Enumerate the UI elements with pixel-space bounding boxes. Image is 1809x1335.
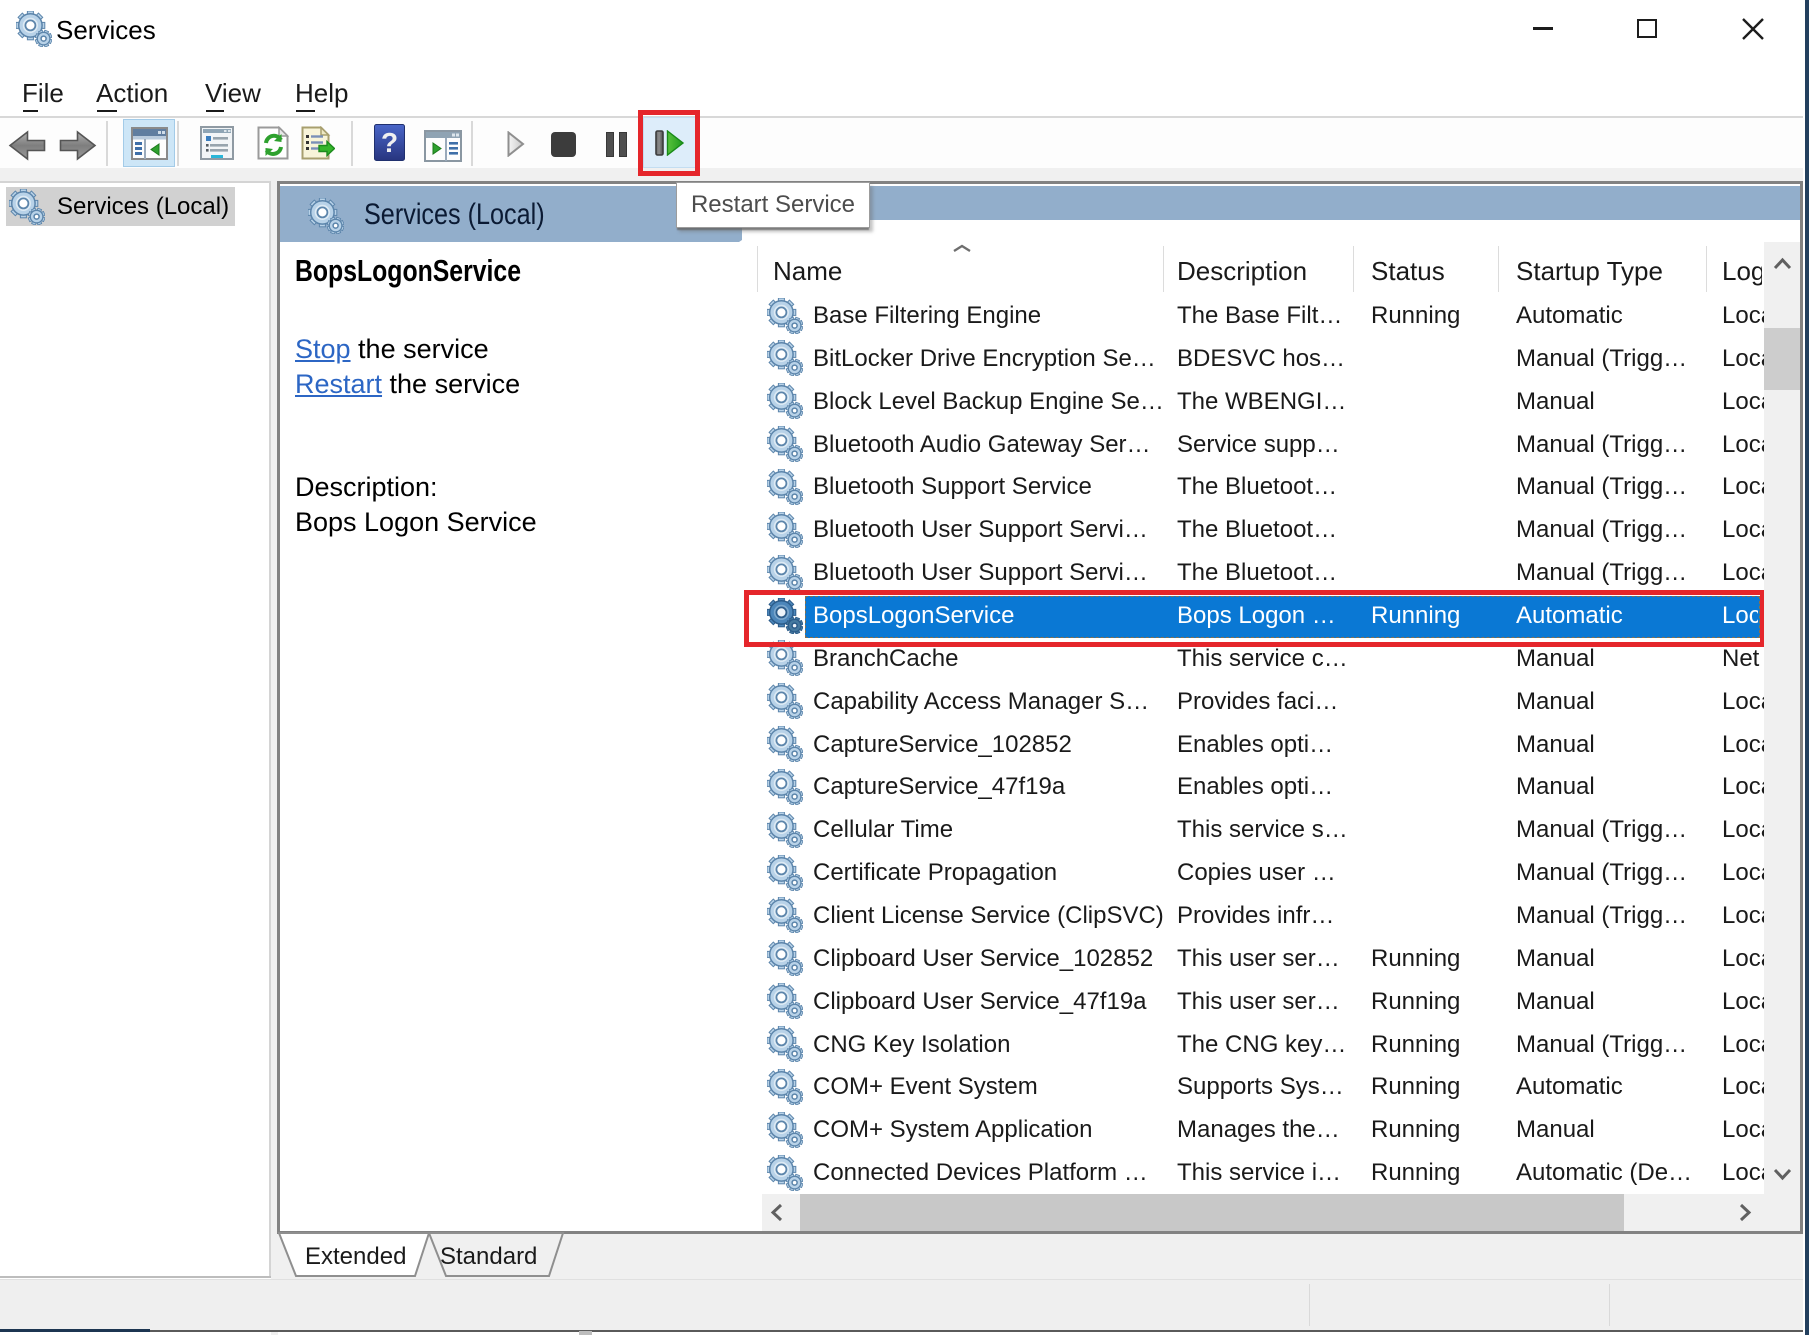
svg-text:?: ?: [381, 127, 398, 158]
